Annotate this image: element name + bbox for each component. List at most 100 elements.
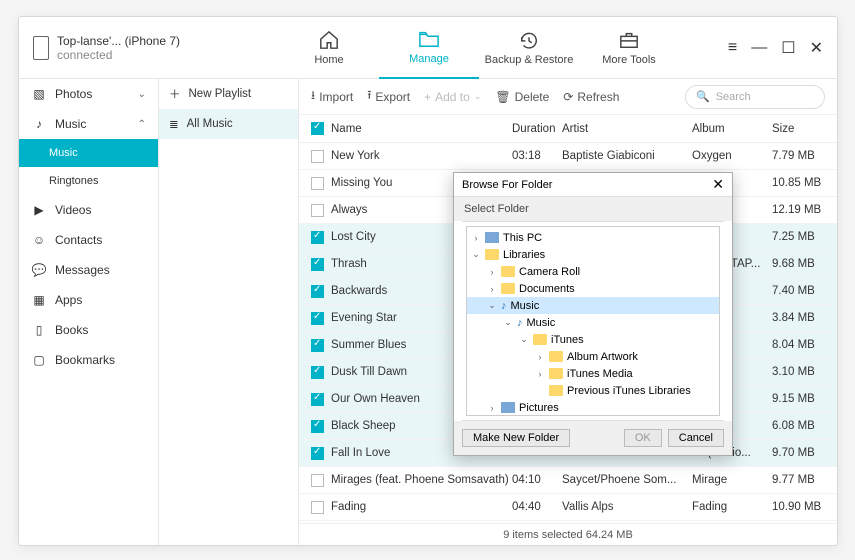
maximize-button[interactable]: ☐ <box>781 38 795 58</box>
cell-size: 3.10 MB <box>772 366 837 378</box>
home-icon <box>318 30 340 50</box>
phone-icon <box>33 36 49 60</box>
select-all-checkbox[interactable] <box>311 122 324 135</box>
dialog-buttons: Make New Folder OK Cancel <box>454 421 732 455</box>
row-checkbox[interactable] <box>311 204 324 217</box>
music-icon: ♪ <box>517 317 523 329</box>
dialog-title: Browse For Folder <box>462 179 552 191</box>
refresh-button[interactable]: ⟳Refresh <box>563 90 619 104</box>
cell-size: 9.15 MB <box>772 393 837 405</box>
cell-duration: 04:10 <box>512 474 562 486</box>
folder-icon <box>549 385 563 396</box>
cell-artist: Baptiste Giabiconi <box>562 150 692 162</box>
tree-node-this-pc[interactable]: ›This PC <box>467 229 719 246</box>
sidebar-item-messages[interactable]: 💬Messages <box>19 255 158 285</box>
export-button[interactable]: ⭱Export <box>367 86 410 107</box>
video-icon: ▶ <box>31 203 47 217</box>
cell-album: Fading <box>692 501 772 513</box>
menu-icon[interactable]: ≡ <box>728 39 737 57</box>
sidebar-item-apps[interactable]: ▦Apps <box>19 285 158 315</box>
sidebar-item-photos[interactable]: ▧Photos⌄ <box>19 79 158 109</box>
row-checkbox[interactable] <box>311 150 324 163</box>
row-checkbox[interactable] <box>311 366 324 379</box>
pc-icon <box>485 232 499 243</box>
sidebar-sub-music[interactable]: Music <box>19 139 158 167</box>
pictures-icon <box>501 402 515 413</box>
row-checkbox[interactable] <box>311 231 324 244</box>
table-row[interactable]: Mirages (feat. Phoene Somsavath)04:10Say… <box>299 467 837 494</box>
contacts-icon: ☺ <box>31 233 47 247</box>
sidebar-item-videos[interactable]: ▶Videos <box>19 195 158 225</box>
apps-icon: ▦ <box>31 293 47 307</box>
folder-icon <box>485 249 499 260</box>
row-checkbox[interactable] <box>311 339 324 352</box>
col-album[interactable]: Album <box>692 123 772 135</box>
import-icon: ⭳ <box>311 86 315 107</box>
col-duration[interactable]: Duration <box>512 123 562 135</box>
messages-icon: 💬 <box>31 263 47 277</box>
cell-artist: Saycet/Phoene Som... <box>562 474 692 486</box>
all-music-item[interactable]: ≣All Music <box>159 109 298 139</box>
cancel-button[interactable]: Cancel <box>668 429 724 447</box>
tree-node-pictures[interactable]: ›Pictures <box>467 399 719 416</box>
cell-artist: Vallis Alps <box>562 501 692 513</box>
folder-icon <box>549 351 563 362</box>
toolbar: ⭳Import ⭱Export +Add to⌄ 🗑Delete ⟳Refres… <box>299 79 837 115</box>
cell-size: 10.90 MB <box>772 501 837 513</box>
export-icon: ⭱ <box>367 86 371 107</box>
nav-home[interactable]: Home <box>279 17 379 79</box>
row-checkbox[interactable] <box>311 258 324 271</box>
tree-node-camera-roll[interactable]: ›Camera Roll <box>467 263 719 280</box>
row-checkbox[interactable] <box>311 312 324 325</box>
row-checkbox[interactable] <box>311 285 324 298</box>
row-checkbox[interactable] <box>311 420 324 433</box>
col-name[interactable]: Name <box>331 123 512 135</box>
sidebar-item-contacts[interactable]: ☺Contacts <box>19 225 158 255</box>
folder-tree: ›This PC ⌄Libraries ›Camera Roll ›Docume… <box>462 221 724 421</box>
search-input[interactable]: 🔍Search <box>685 85 825 109</box>
row-checkbox[interactable] <box>311 501 324 514</box>
tree-node-itunes-media[interactable]: ›iTunes Media <box>467 365 719 382</box>
playlist-column: ＋New Playlist ≣All Music <box>159 79 299 545</box>
top-nav: Home Manage Backup & Restore More Tools <box>279 17 679 79</box>
sidebar-sub-ringtones[interactable]: Ringtones <box>19 167 158 195</box>
make-new-folder-button[interactable]: Make New Folder <box>462 429 570 447</box>
ok-button[interactable]: OK <box>624 429 662 447</box>
cell-duration: 04:40 <box>512 501 562 513</box>
col-artist[interactable]: Artist <box>562 123 692 135</box>
row-checkbox[interactable] <box>311 447 324 460</box>
nav-tools[interactable]: More Tools <box>579 17 679 79</box>
folder-icon <box>418 29 440 49</box>
nav-manage[interactable]: Manage <box>379 17 479 79</box>
window-controls: ≡ — ☐ ✕ <box>728 38 837 58</box>
add-to-button[interactable]: +Add to⌄ <box>424 90 481 104</box>
status-bar: 9 items selected 64.24 MB <box>299 523 837 545</box>
table-row[interactable]: Fading04:40Vallis AlpsFading10.90 MB <box>299 494 837 521</box>
tree-node-libraries[interactable]: ⌄Libraries <box>467 246 719 263</box>
tree-node-itunes[interactable]: ⌄iTunes <box>467 331 719 348</box>
tree-node-prev-itunes[interactable]: Previous iTunes Libraries <box>467 382 719 399</box>
col-size[interactable]: Size <box>772 123 837 135</box>
tree-node-documents[interactable]: ›Documents <box>467 280 719 297</box>
minimize-button[interactable]: — <box>751 39 767 57</box>
delete-button[interactable]: 🗑Delete <box>495 90 549 104</box>
tree-node-music[interactable]: ⌄♪Music <box>467 297 719 314</box>
tree-node-album-artwork[interactable]: ›Album Artwork <box>467 348 719 365</box>
sidebar-item-music[interactable]: ♪Music⌃ <box>19 109 158 139</box>
new-playlist-button[interactable]: ＋New Playlist <box>159 79 298 109</box>
dialog-close-button[interactable]: ✕ <box>712 176 724 193</box>
sidebar-item-books[interactable]: ▯Books <box>19 315 158 345</box>
row-checkbox[interactable] <box>311 393 324 406</box>
plus-icon: + <box>424 90 431 104</box>
device-status: connected <box>57 48 180 62</box>
plus-icon: ＋ <box>169 86 181 102</box>
tree-node-music-sub[interactable]: ⌄♪Music <box>467 314 719 331</box>
sidebar-item-bookmarks[interactable]: ▢Bookmarks <box>19 345 158 375</box>
row-checkbox[interactable] <box>311 474 324 487</box>
table-row[interactable]: New York03:18Baptiste GiabiconiOxygen7.7… <box>299 143 837 170</box>
music-icon: ♪ <box>31 117 47 131</box>
import-button[interactable]: ⭳Import <box>311 86 353 107</box>
row-checkbox[interactable] <box>311 177 324 190</box>
close-button[interactable]: ✕ <box>810 38 823 58</box>
nav-backup[interactable]: Backup & Restore <box>479 17 579 79</box>
